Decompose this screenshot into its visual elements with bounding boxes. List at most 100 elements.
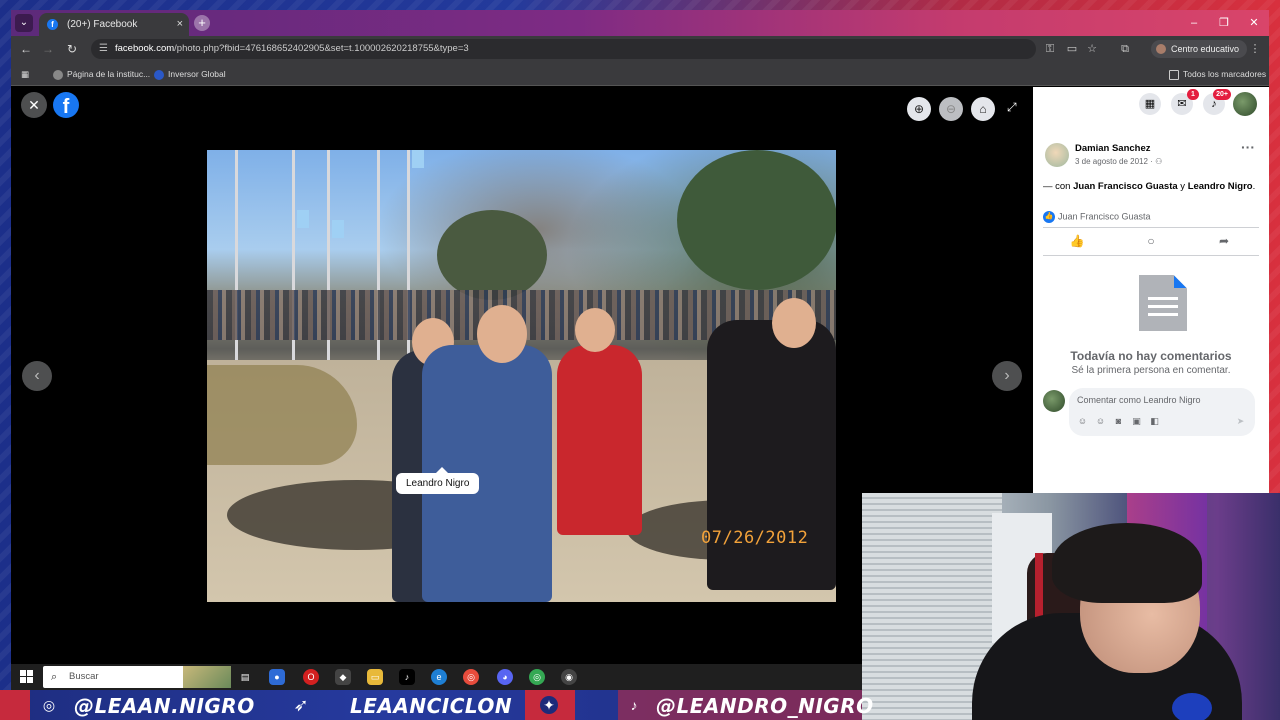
info-icon bbox=[154, 69, 164, 80]
notifications-bell-icon[interactable]: ♪ 20+ bbox=[1203, 89, 1231, 115]
person-head-image bbox=[575, 308, 615, 352]
person-image bbox=[557, 345, 642, 535]
sticker-icon[interactable]: ◧ bbox=[1149, 416, 1160, 427]
browser-menu-icon[interactable]: ⋮ bbox=[1246, 40, 1264, 58]
opera-icon[interactable]: O bbox=[303, 669, 319, 685]
poster-avatar[interactable] bbox=[1045, 143, 1069, 167]
photo-date-stamp: 07/26/2012 bbox=[701, 528, 809, 548]
tiktok-icon[interactable]: ♪ bbox=[399, 669, 415, 685]
comment-button[interactable]: ○ bbox=[1143, 233, 1159, 249]
more-options-icon[interactable]: ··· bbox=[1241, 139, 1255, 155]
close-viewer-button[interactable]: ✕ bbox=[21, 92, 47, 118]
bookmark-label: Inversor Global bbox=[168, 69, 226, 79]
twitter-handle: LEAANCICLON bbox=[350, 694, 513, 718]
camera-icon[interactable]: ◙ bbox=[1113, 416, 1124, 427]
start-tile bbox=[20, 677, 26, 683]
reactions-summary[interactable]: 👍 Juan Francisco Guasta bbox=[1043, 211, 1151, 223]
account-avatar[interactable] bbox=[1233, 92, 1257, 116]
photo-tag-label[interactable]: Leandro Nigro bbox=[396, 467, 480, 494]
caption-prefix: — con bbox=[1043, 181, 1074, 192]
taskbar-search[interactable]: ⌕ Buscar bbox=[43, 666, 231, 688]
minimize-button[interactable]: – bbox=[1179, 10, 1209, 36]
next-photo-button[interactable]: › bbox=[992, 361, 1022, 391]
reload-icon[interactable]: ↻ bbox=[63, 40, 81, 58]
folder-icon bbox=[1169, 69, 1179, 80]
start-tile bbox=[27, 677, 33, 683]
like-button[interactable]: 👍 bbox=[1069, 233, 1085, 249]
windows-taskbar: ⌕ Buscar ▤ ● O ◆ ▭ ♪ e ◎ ◕ ◎ ◉ bbox=[11, 664, 862, 690]
person-image bbox=[707, 320, 836, 590]
chrome-icon[interactable]: ◎ bbox=[463, 669, 479, 685]
person-head-image bbox=[477, 305, 527, 363]
bookmark-institucion[interactable]: Página de la instituc... bbox=[53, 62, 150, 86]
app-icon[interactable]: ◆ bbox=[335, 669, 351, 685]
caption-end: . bbox=[1252, 181, 1256, 192]
tiktok-icon: ♪ bbox=[630, 697, 638, 713]
apps-grid-icon[interactable]: ▦ bbox=[21, 62, 29, 86]
avatar-sticker-icon[interactable]: ☺ bbox=[1077, 416, 1088, 427]
tag-icon[interactable]: ⌂ bbox=[971, 97, 995, 121]
forward-arrow-icon[interactable]: → bbox=[39, 40, 57, 58]
bookmark-inversor-global[interactable]: Inversor Global bbox=[154, 62, 226, 86]
gif-icon[interactable]: ▣ bbox=[1131, 416, 1142, 427]
globe-icon bbox=[53, 69, 63, 80]
task-view-icon[interactable]: ▤ bbox=[237, 669, 253, 685]
address-bar-row: ← → ↻ ☰ facebook.com/photo.php?fbid=4761… bbox=[11, 36, 1269, 62]
like-reaction-icon: 👍 bbox=[1043, 211, 1055, 223]
fullscreen-icon[interactable]: ⤢ bbox=[1007, 100, 1017, 115]
start-tile bbox=[27, 670, 33, 676]
site-info-icon[interactable]: ☰ bbox=[99, 39, 108, 59]
messenger-icon[interactable]: ✉ 1 bbox=[1171, 89, 1199, 115]
chrome-profile-icon[interactable]: ◎ bbox=[529, 669, 545, 685]
document-line bbox=[1148, 305, 1178, 308]
tagged-person-link[interactable]: Leandro Nigro bbox=[1188, 181, 1253, 192]
cast-icon[interactable]: ▭ bbox=[1063, 40, 1081, 58]
new-tab-button[interactable]: + bbox=[194, 15, 210, 31]
zoom-out-icon[interactable]: ⊖ bbox=[939, 97, 963, 121]
instagram-icon: ◎ bbox=[42, 697, 56, 713]
share-button[interactable]: ➦ bbox=[1216, 233, 1232, 249]
tab-facebook[interactable]: f (20+) Facebook × bbox=[39, 13, 189, 36]
maximize-button[interactable]: ❐ bbox=[1209, 10, 1239, 36]
url-field[interactable]: ☰ facebook.com/photo.php?fbid=4761686524… bbox=[91, 39, 1036, 59]
bookmarks-bar: ▦ Página de la instituc... Inversor Glob… bbox=[11, 62, 1269, 86]
url-path: /photo.php?fbid=476168652402905&set=t.10… bbox=[174, 43, 469, 54]
facebook-logo-icon[interactable]: f bbox=[53, 92, 79, 118]
tab-close-icon[interactable]: × bbox=[177, 13, 183, 36]
file-explorer-icon[interactable]: ▭ bbox=[367, 669, 383, 685]
emoji-icon[interactable]: ☺ bbox=[1095, 416, 1106, 427]
password-key-icon[interactable]: ⚿ bbox=[1041, 40, 1059, 58]
poster-name[interactable]: Damian Sanchez bbox=[1075, 143, 1151, 154]
extensions-icon[interactable]: ⧉ bbox=[1116, 40, 1134, 58]
flag-image bbox=[297, 210, 309, 228]
tagged-person-link[interactable]: Juan Francisco Guasta bbox=[1073, 181, 1178, 192]
tiktok-handle: @LEANDRO_NIGRO bbox=[656, 694, 874, 718]
obs-icon[interactable]: ◉ bbox=[561, 669, 577, 685]
streamer-hair-image bbox=[1052, 523, 1202, 603]
send-icon[interactable]: ➤ bbox=[1235, 416, 1246, 427]
app-icon[interactable]: ● bbox=[269, 669, 285, 685]
window-close-button[interactable]: ✕ bbox=[1239, 10, 1269, 36]
bookmark-star-icon[interactable]: ☆ bbox=[1083, 40, 1101, 58]
tree-image bbox=[437, 210, 547, 300]
menu-grid-icon[interactable]: ▦ bbox=[1139, 93, 1161, 115]
commenter-avatar[interactable] bbox=[1043, 390, 1065, 412]
photo-image: 07/26/2012 bbox=[207, 150, 836, 602]
comment-input[interactable]: Comentar como Leandro Nigro ☺ ☺ ◙ ▣ ◧ ➤ bbox=[1069, 388, 1255, 436]
all-bookmarks-button[interactable]: Todos los marcadores bbox=[1169, 62, 1266, 86]
edge-icon[interactable]: e bbox=[431, 669, 447, 685]
post-date[interactable]: 3 de agosto de 2012 · ⚇ bbox=[1075, 157, 1162, 166]
profile-button[interactable]: Centro educativo bbox=[1151, 40, 1248, 58]
caption-and: y bbox=[1177, 181, 1188, 192]
search-highlight-image bbox=[183, 666, 231, 688]
post-side-panel: ▦ ✉ 1 ♪ 20+ Damian Sanchez 3 de agosto de … bbox=[1033, 87, 1269, 504]
windows-start-icon[interactable] bbox=[20, 670, 34, 684]
tab-search-button[interactable]: ⌄ bbox=[15, 14, 33, 32]
divider bbox=[1043, 227, 1259, 228]
discord-icon[interactable]: ◕ bbox=[497, 669, 513, 685]
reactions-text: Juan Francisco Guasta bbox=[1058, 211, 1151, 222]
zoom-in-icon[interactable]: ⊕ bbox=[907, 97, 931, 121]
previous-photo-button[interactable]: ‹ bbox=[22, 361, 52, 391]
back-arrow-icon[interactable]: ← bbox=[17, 40, 35, 58]
led-light-image bbox=[1172, 693, 1212, 720]
